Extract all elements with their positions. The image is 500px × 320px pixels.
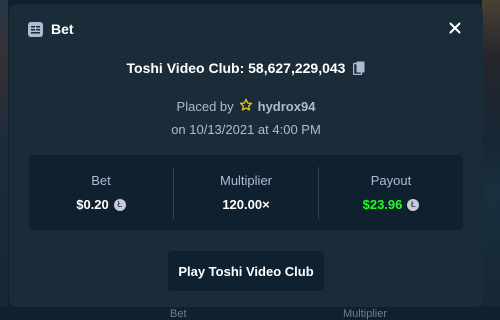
close-button[interactable]	[447, 20, 463, 36]
placed-by-row: Placed by hydrox94	[9, 98, 483, 115]
bet-stat-label: Bet	[91, 173, 111, 188]
payout-stat: Payout $23.96 Ł	[319, 155, 463, 230]
game-title-row: Toshi Video Club: 58,627,229,043	[9, 60, 483, 76]
modal-header: Bet	[9, 4, 483, 54]
background-multiplier-label: Multiplier	[343, 308, 388, 320]
username-link[interactable]: hydrox94	[258, 99, 316, 114]
payout-stat-value-row: $23.96 Ł	[363, 197, 420, 212]
game-title: Toshi Video Club: 58,627,229,043	[126, 60, 346, 76]
close-icon	[449, 22, 461, 34]
bet-slip-icon	[28, 21, 43, 37]
multiplier-stat-label: Multiplier	[219, 173, 272, 188]
star-outline-icon	[239, 98, 253, 115]
bet-details-modal: Bet Toshi Video Club: 58,627,229,043 Pla…	[9, 4, 483, 307]
placed-date: on 10/13/2021 at 4:00 PM	[171, 122, 321, 137]
background-game-tile-right	[482, 0, 500, 317]
bet-amount: $0.20	[76, 197, 109, 212]
bet-stat: Bet $0.20 Ł	[29, 155, 173, 230]
background-bet-label: Bet	[170, 308, 187, 320]
background-bottom-strip	[0, 307, 500, 317]
bet-stat-value-row: $0.20 Ł	[76, 197, 126, 212]
modal-title: Bet	[51, 21, 74, 37]
multiplier-value: 120.00×	[222, 197, 270, 212]
payout-amount: $23.96	[362, 197, 403, 212]
play-game-button[interactable]: Play Toshi Video Club	[168, 251, 324, 291]
payout-stat-label: Payout	[370, 173, 412, 188]
litecoin-icon: Ł	[407, 198, 420, 211]
copy-icon[interactable]	[353, 61, 365, 76]
multiplier-stat: Multiplier 120.00×	[174, 155, 318, 230]
placed-by-label: Placed by	[176, 99, 234, 114]
litecoin-icon: Ł	[113, 198, 126, 211]
background-game-tile-left	[0, 0, 8, 317]
bet-stats-panel: Bet $0.20 Ł Multiplier 120.00× Payout $2…	[29, 155, 463, 230]
